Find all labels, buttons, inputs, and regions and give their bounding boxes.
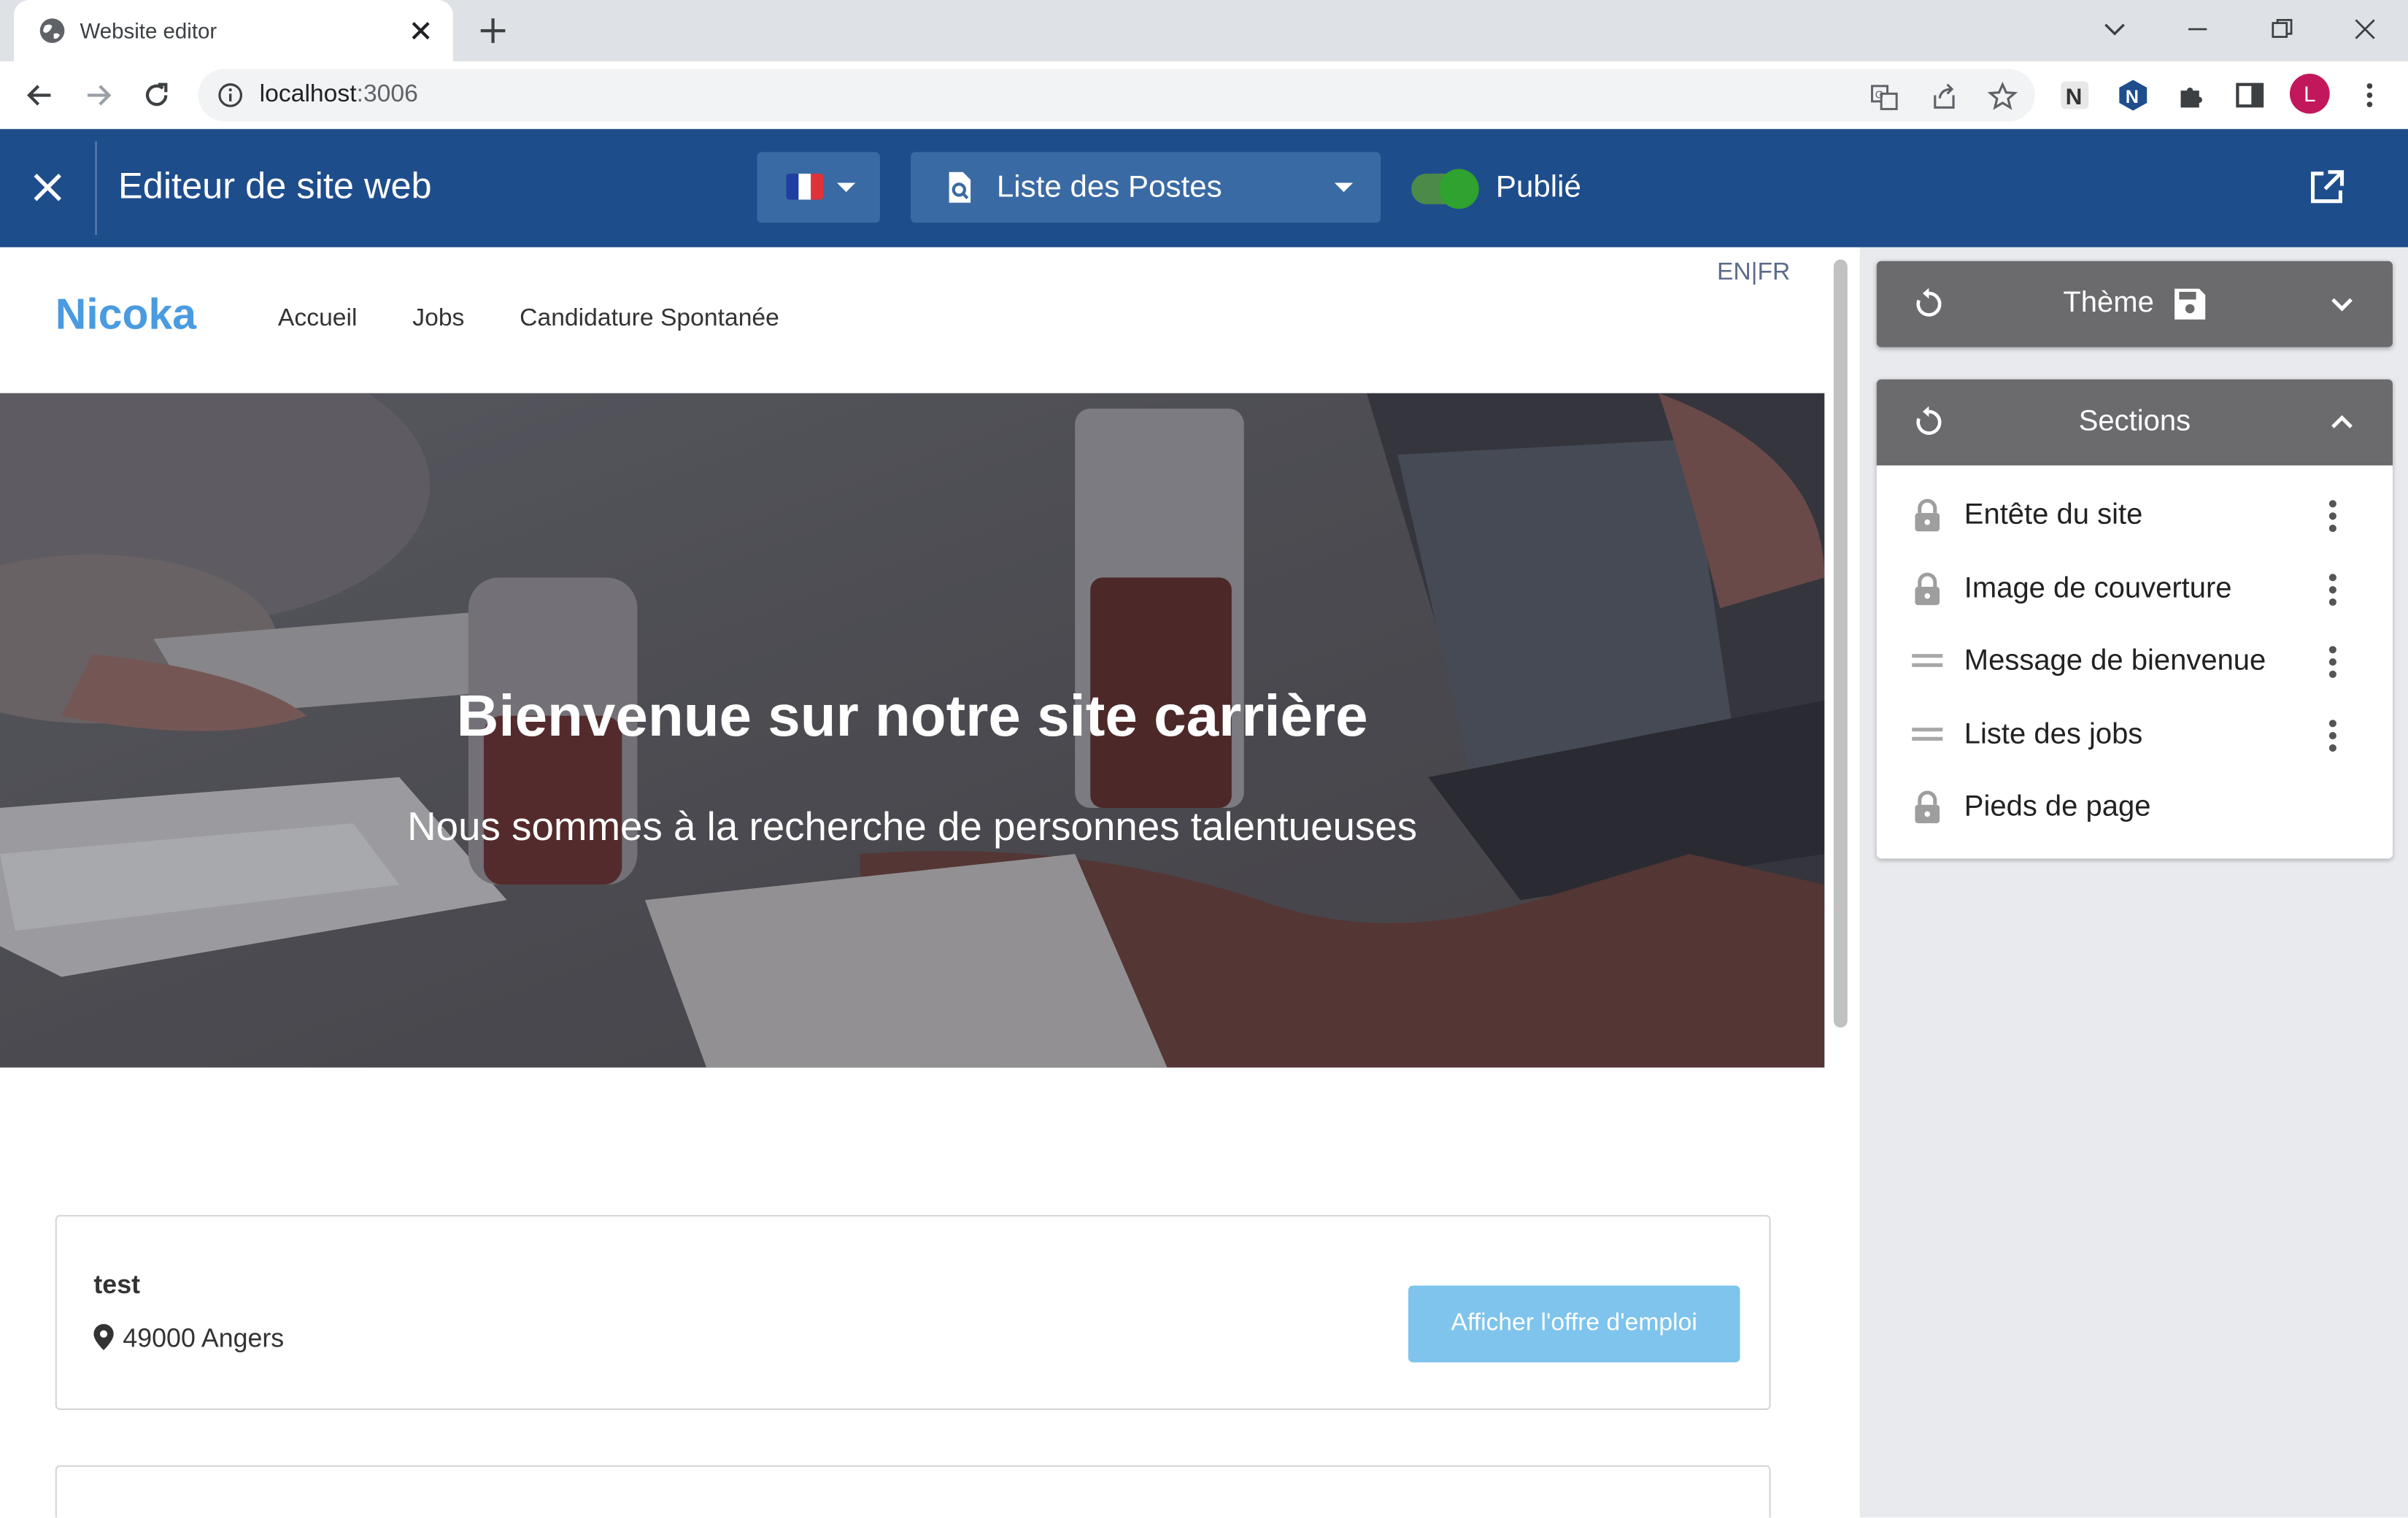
france-flag-icon <box>786 173 824 200</box>
share-icon[interactable] <box>1929 82 1959 112</box>
job-card: test 49000 Angers Afficher l'offre d'emp… <box>55 1214 1771 1411</box>
section-label: Entête du site <box>1964 498 2143 532</box>
chevron-down-icon[interactable] <box>2323 285 2361 323</box>
more-vert-icon[interactable] <box>2322 498 2343 535</box>
site-info-icon[interactable] <box>217 82 244 109</box>
profile-avatar[interactable]: L <box>2289 74 2330 114</box>
site-brand-logo[interactable]: Nicoka <box>55 290 196 339</box>
language-links[interactable]: EN|FR <box>1717 260 1790 288</box>
site-preview: EN|FR Nicoka Accueil Jobs Candidature Sp… <box>0 247 1860 1518</box>
hero-title: Bienvenue sur notre site carrière <box>456 685 1368 750</box>
globe-icon <box>39 18 65 43</box>
close-tab-icon[interactable] <box>409 18 433 43</box>
preview-scrollbar[interactable] <box>1833 259 1848 1028</box>
caret-down-icon <box>837 182 856 193</box>
browser-menu-icon[interactable] <box>2353 78 2386 112</box>
tab-title: Website editor <box>80 18 217 43</box>
new-tab-icon[interactable] <box>476 14 509 47</box>
job-title: test <box>93 1270 141 1300</box>
forward-icon[interactable] <box>82 78 115 112</box>
save-icon[interactable] <box>2172 285 2209 323</box>
section-item[interactable]: Message de bienvenue <box>1877 625 2393 698</box>
open-external-icon[interactable] <box>2307 167 2347 207</box>
address-bar[interactable]: localhost:3006 G <box>198 69 2035 122</box>
section-label: Pieds de page <box>1964 790 2151 824</box>
bookmark-star-icon[interactable] <box>1987 81 2018 112</box>
extension-n-icon[interactable]: N <box>2116 78 2150 112</box>
sections-panel-header[interactable]: Sections <box>1876 379 2393 466</box>
published-label: Publié <box>1495 170 1581 204</box>
more-vert-icon[interactable] <box>2322 571 2343 609</box>
more-vert-icon[interactable] <box>2322 644 2343 681</box>
page-select-label: Liste des Postes <box>996 170 1222 204</box>
section-item[interactable]: Entête du site <box>1877 479 2393 552</box>
caret-down-icon <box>1334 182 1354 193</box>
theme-panel-header[interactable]: Thème <box>1876 261 2393 347</box>
translate-icon[interactable]: G <box>1869 82 1899 112</box>
header-divider <box>95 141 97 236</box>
browser-tab[interactable]: Website editor <box>13 0 453 62</box>
nav-link-accueil[interactable]: Accueil <box>278 306 358 334</box>
reload-icon[interactable] <box>140 78 174 112</box>
svg-text:N: N <box>2066 83 2083 109</box>
job-card <box>55 1465 1771 1518</box>
editor-header: Editeur de site web Liste des Postes Pub… <box>0 128 2408 247</box>
page-search-icon <box>949 172 971 203</box>
drag-handle-icon[interactable] <box>1910 644 1944 677</box>
section-label: Image de couverture <box>1964 573 2232 606</box>
nav-link-candidature[interactable]: Candidature Spontanée <box>520 306 779 334</box>
section-item[interactable]: Pieds de page <box>1877 771 2393 844</box>
tab-search-chevron-icon[interactable] <box>2099 14 2130 45</box>
more-vert-icon[interactable] <box>2322 717 2343 755</box>
section-label: Liste des jobs <box>1964 718 2143 752</box>
hero-cover-image: Bienvenue sur notre site carrière Nous s… <box>0 393 1825 1068</box>
lock-icon <box>1915 790 1940 824</box>
toggle-knob <box>1439 169 1479 209</box>
site-nav: Accueil Jobs Candidature Spontanée <box>278 306 779 334</box>
minimize-icon[interactable] <box>2183 14 2213 45</box>
lock-icon <box>1915 498 1940 532</box>
close-editor-icon[interactable] <box>29 169 66 207</box>
view-job-button[interactable]: Afficher l'offre d'emploi <box>1408 1285 1740 1363</box>
section-label: Message de bienvenue <box>1964 644 2266 678</box>
page-select[interactable]: Liste des Postes <box>911 152 1381 223</box>
side-panel-icon[interactable] <box>2233 78 2266 112</box>
back-icon[interactable] <box>23 78 57 112</box>
editor-side-panel: Thème Sections Entête du site Image de c… <box>1859 247 2408 1518</box>
sections-label: Sections <box>2078 405 2191 438</box>
job-location: 49000 Angers <box>123 1324 285 1354</box>
extensions-puzzle-icon[interactable] <box>2174 78 2208 112</box>
nav-link-jobs[interactable]: Jobs <box>412 306 464 334</box>
location-pin-icon <box>93 1324 114 1350</box>
url-text: localhost:3006 <box>259 81 418 108</box>
restore-icon[interactable] <box>2266 14 2297 45</box>
browser-toolbar: localhost:3006 G N N L <box>0 61 2408 129</box>
drag-handle-icon[interactable] <box>1910 717 1944 751</box>
sections-list: Entête du site Image de couverture Messa… <box>1876 465 2393 859</box>
section-item[interactable]: Image de couverture <box>1877 553 2393 625</box>
theme-label: Thème <box>2063 287 2154 320</box>
hero-subtitle: Nous sommes à la recherche de personnes … <box>407 803 1418 849</box>
section-item[interactable]: Liste des jobs <box>1877 699 2393 771</box>
browser-tab-strip: Website editor <box>0 0 2408 62</box>
window-close-icon[interactable] <box>2350 14 2380 45</box>
language-select[interactable] <box>757 152 880 223</box>
notion-extension-icon[interactable]: N <box>2058 78 2091 112</box>
svg-text:G: G <box>1875 90 1883 101</box>
editor-title: Editeur de site web <box>118 166 432 208</box>
chevron-up-icon[interactable] <box>2323 404 2361 442</box>
lock-icon <box>1915 572 1940 606</box>
svg-text:N: N <box>2126 87 2139 107</box>
publish-toggle[interactable] <box>1411 169 1479 209</box>
